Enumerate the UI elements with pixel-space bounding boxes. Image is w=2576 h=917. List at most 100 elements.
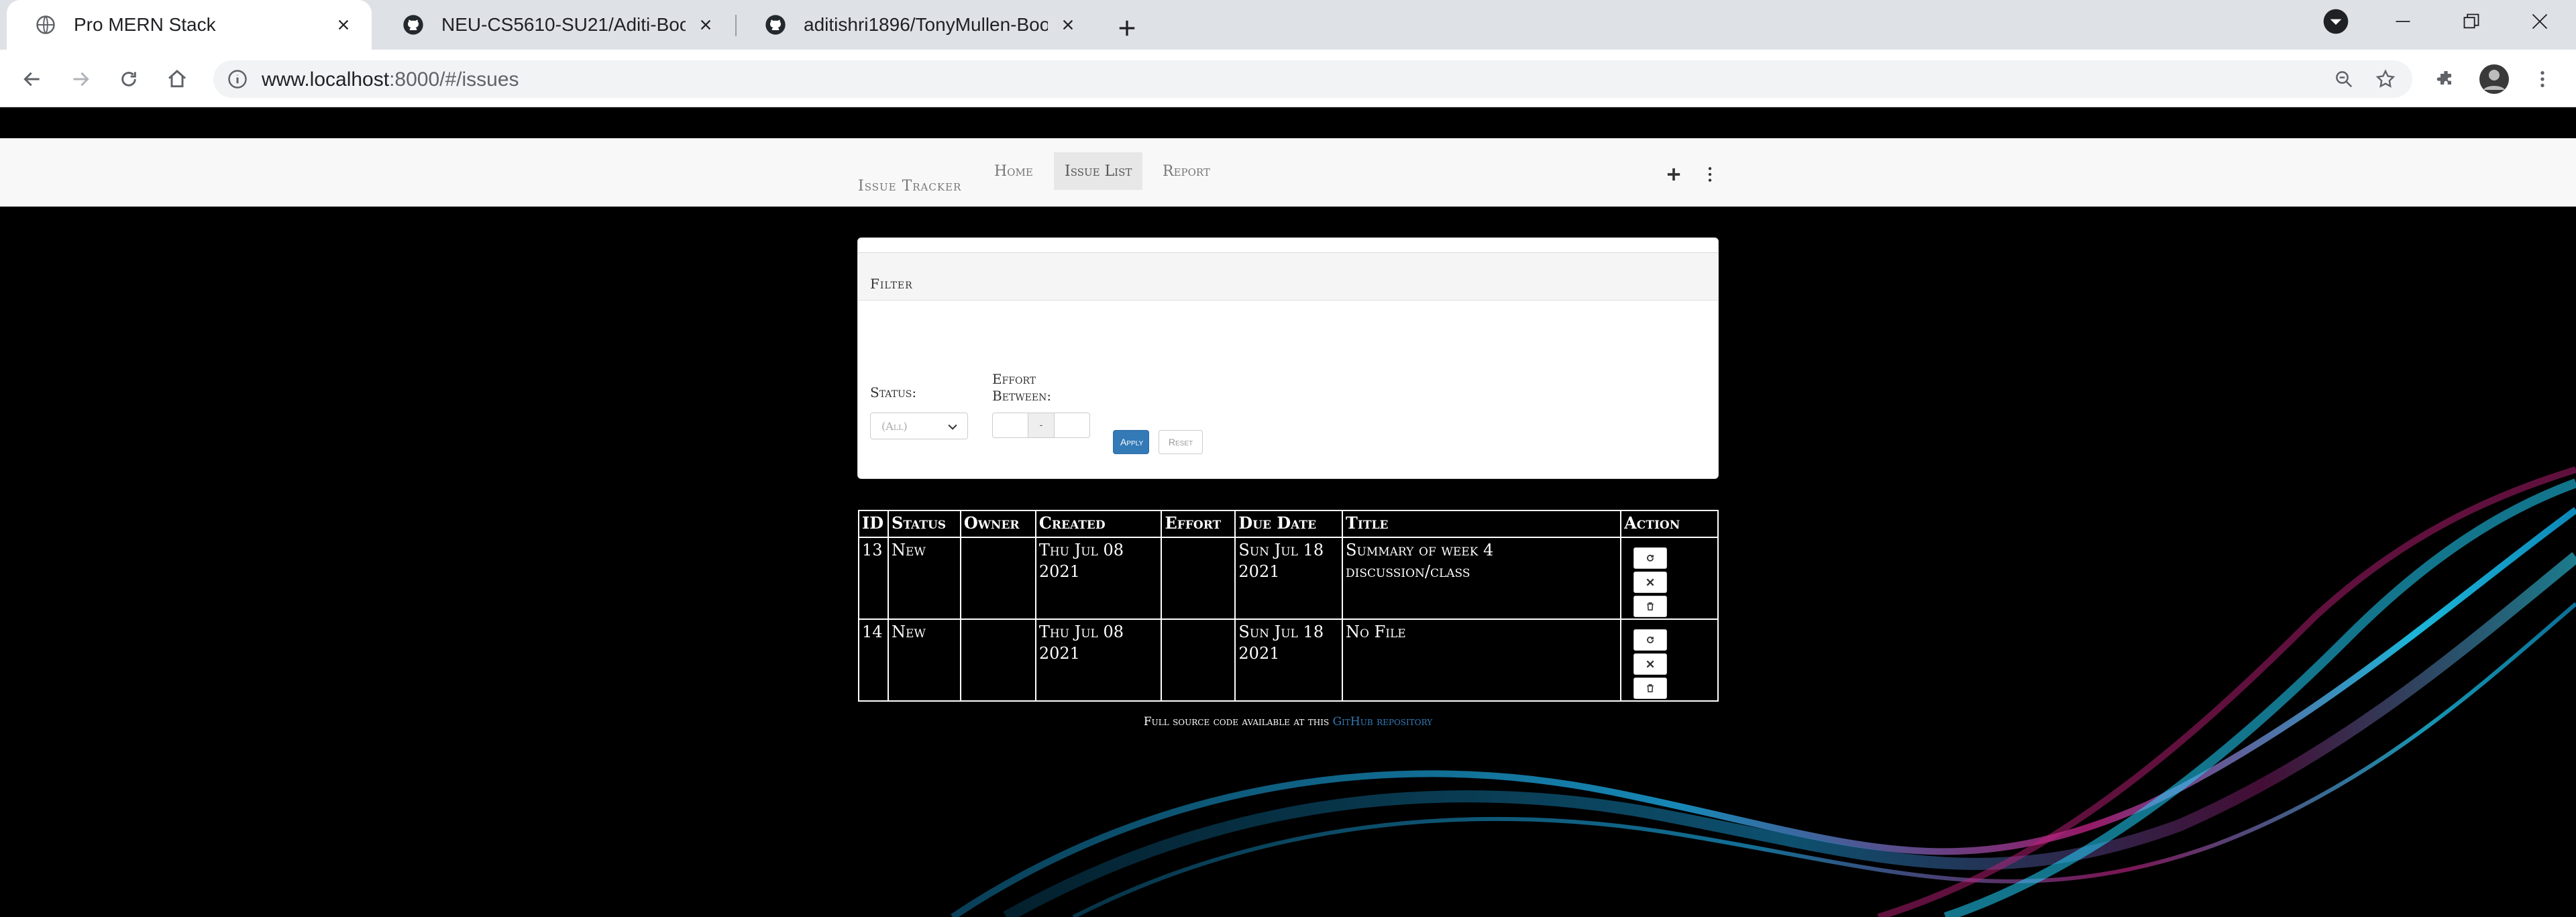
header-action: Action	[1620, 510, 1719, 538]
cell-effort	[1161, 618, 1236, 702]
filter-panel-title[interactable]: Filter	[870, 276, 913, 292]
chevron-down-icon	[943, 417, 962, 436]
apply-button[interactable]: Apply	[1113, 430, 1149, 454]
cell-status: New	[887, 537, 961, 620]
create-issue-button[interactable]	[1662, 163, 1685, 186]
status-select-value: (All)	[881, 420, 908, 433]
cell-action	[1620, 618, 1719, 702]
delete-button[interactable]	[1633, 596, 1668, 617]
cell-due-date: Sun Jul 18 2021	[1234, 618, 1344, 702]
new-tab-button[interactable]	[1108, 9, 1146, 47]
chevron-down-icon	[2323, 9, 2349, 34]
plus-icon	[1119, 20, 1135, 36]
close-icon	[1646, 578, 1654, 586]
header-effort: Effort	[1161, 510, 1236, 538]
header-owner: Owner	[959, 510, 1036, 538]
cell-created: Thu Jul 08 2021	[1034, 537, 1163, 620]
close-tab-icon[interactable]	[694, 13, 718, 37]
effort-label-between: Between:	[992, 388, 1052, 404]
status-label: Status:	[870, 384, 917, 400]
table-row[interactable]: 14 New Thu Jul 08 2021 Sun Jul 18 2021 N…	[858, 618, 1719, 702]
brand-title[interactable]: Issue Tracker	[858, 178, 961, 195]
header-due-date: Due Date	[1234, 510, 1344, 538]
forward-button[interactable]	[62, 60, 99, 98]
cell-due-date: Sun Jul 18 2021	[1234, 537, 1344, 620]
github-icon	[763, 13, 788, 37]
reset-button[interactable]: Reset	[1159, 430, 1203, 454]
url-path: :8000/#/issues	[389, 68, 519, 91]
edit-button[interactable]	[1633, 547, 1668, 569]
tab-pro-mern-stack[interactable]: Pro MERN Stack	[7, 0, 372, 50]
close-tab-icon[interactable]	[1056, 13, 1080, 37]
page-footer: Full source code available at this GitHu…	[857, 715, 1719, 729]
extensions-button[interactable]	[2427, 60, 2465, 98]
restore-button[interactable]	[2438, 0, 2505, 43]
reload-icon	[121, 72, 136, 87]
home-button[interactable]	[158, 60, 196, 98]
close-icon	[1646, 660, 1654, 668]
cell-owner	[959, 537, 1036, 620]
app-navbar: Issue Tracker Home Issue List Report	[0, 138, 2576, 207]
close-tab-icon[interactable]	[331, 13, 356, 37]
cell-owner	[959, 618, 1036, 702]
table-row[interactable]: 13 New Thu Jul 08 2021 Sun Jul 18 2021 S…	[858, 537, 1719, 620]
cell-title: Summary of week 4 discussion/class	[1342, 537, 1622, 620]
effort-max-input[interactable]	[1054, 413, 1090, 438]
nav-more-menu[interactable]	[1700, 163, 1720, 186]
avatar-icon	[2479, 64, 2509, 94]
url-host: www.localhost	[262, 68, 390, 91]
tab-tonymullen-book[interactable]: aditishri1896/TonyMullen-Book: V	[737, 0, 1096, 50]
nav-report[interactable]: Report	[1152, 152, 1221, 190]
nav-issue-list[interactable]: Issue List	[1054, 152, 1143, 190]
kebab-menu-icon	[1708, 167, 1712, 182]
filter-panel: Filter Status: (All) Effort Between: - A…	[857, 237, 1719, 479]
cell-action	[1620, 537, 1719, 620]
delete-button[interactable]	[1633, 678, 1668, 699]
close-issue-button[interactable]	[1633, 653, 1668, 675]
nav-home[interactable]: Home	[983, 152, 1044, 190]
edit-button[interactable]	[1633, 629, 1668, 651]
filter-panel-heading[interactable]	[858, 252, 1718, 301]
effort-separator: -	[1028, 413, 1055, 438]
close-icon	[2532, 13, 2548, 30]
reload-button[interactable]	[110, 60, 148, 98]
tab-title: NEU-CS5610-SU21/Aditi-Book	[441, 14, 686, 35]
puzzle-icon	[2436, 71, 2451, 85]
tab-search-button[interactable]	[2302, 0, 2369, 43]
edit-icon	[1647, 636, 1654, 643]
trash-icon	[1647, 684, 1654, 693]
address-bar[interactable]: www.localhost:8000/#/issues	[213, 60, 2412, 98]
profile-avatar[interactable]	[2475, 60, 2513, 98]
bookmark-star-icon[interactable]	[2373, 67, 2398, 91]
info-icon[interactable]	[225, 67, 250, 91]
tab-neu-cs5610[interactable]: NEU-CS5610-SU21/Aditi-Book	[374, 0, 734, 50]
browser-menu-button[interactable]	[2524, 60, 2561, 98]
footer-text: Full source code available at this	[1143, 715, 1333, 729]
globe-icon	[34, 13, 58, 37]
effort-label: Effort	[992, 371, 1036, 387]
trash-icon	[1647, 602, 1654, 611]
close-window-button[interactable]	[2506, 0, 2573, 43]
cell-effort	[1161, 537, 1236, 620]
home-icon	[168, 70, 186, 88]
effort-min-input[interactable]	[992, 413, 1028, 438]
close-issue-button[interactable]	[1633, 572, 1668, 593]
header-created: Created	[1034, 510, 1163, 538]
minimize-button[interactable]	[2369, 0, 2436, 43]
url-text: www.localhost:8000/#/issues	[262, 68, 519, 91]
browser-tab-strip: Pro MERN Stack NEU-CS5610-SU21/Aditi-Boo…	[0, 0, 2576, 50]
status-select[interactable]: (All)	[870, 413, 968, 439]
zoom-icon[interactable]	[2332, 67, 2356, 91]
cell-id: 14	[858, 618, 889, 702]
github-icon	[401, 13, 425, 37]
edit-icon	[1647, 554, 1654, 561]
kebab-menu-icon	[2540, 71, 2544, 87]
issue-table: ID Status Owner Created Effort Due Date …	[858, 510, 1719, 702]
back-button[interactable]	[13, 60, 51, 98]
cell-title: No File	[1342, 618, 1622, 702]
cell-status: New	[887, 618, 961, 702]
browser-toolbar: www.localhost:8000/#/issues	[0, 50, 2576, 107]
github-repository-link[interactable]: GitHub repository	[1333, 715, 1433, 729]
minimize-icon	[2396, 21, 2410, 22]
plus-icon	[1667, 168, 1680, 181]
